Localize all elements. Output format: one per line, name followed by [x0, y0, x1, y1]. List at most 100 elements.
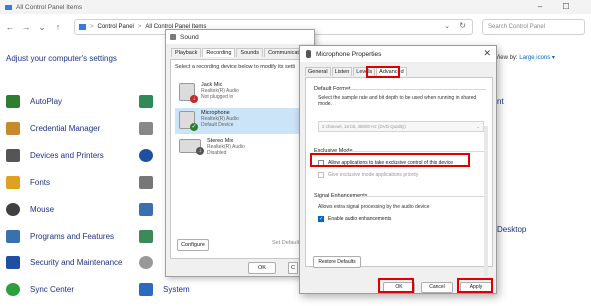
- mic-title: Microphone Properties: [316, 50, 382, 58]
- cp-item-label: Mouse: [30, 204, 55, 214]
- set-default-button[interactable]: Set Default: [272, 240, 299, 246]
- chevron-down-icon: ⌄: [476, 124, 480, 129]
- cp-item-system[interactable]: System: [139, 280, 279, 298]
- stereo-mix-device-icon: ↓: [179, 139, 204, 155]
- tab-levels[interactable]: Levels: [353, 67, 376, 76]
- default-format-description: Select the sample rate and bit depth to …: [318, 95, 477, 107]
- restore-defaults-button[interactable]: Restore Defaults: [313, 256, 361, 268]
- tab-advanced[interactable]: Advanced: [376, 67, 407, 76]
- tab-sounds[interactable]: Sounds: [236, 48, 264, 57]
- cp-item-label: AutoPlay: [30, 96, 63, 106]
- cp-item-sync-center[interactable]: Sync Center: [6, 280, 146, 298]
- cp-item-label: Sync Center: [30, 284, 75, 294]
- scrollbar[interactable]: [484, 126, 488, 276]
- microphone-icon: [306, 50, 311, 58]
- credential-manager-icon: [6, 121, 20, 135]
- cp-item-credential-manager[interactable]: Credential Manager: [6, 119, 146, 137]
- maximize-button[interactable]: ☐: [552, 1, 580, 13]
- cp-item-label: Security and Maintenance: [30, 257, 123, 267]
- allow-exclusive-checkbox[interactable]: [318, 160, 324, 166]
- unplugged-badge-icon: ↓: [190, 95, 198, 103]
- format-select[interactable]: 2 channel, 16 bit, 48000 Hz (DVD Quality…: [318, 121, 484, 132]
- disabled-badge-icon: ↓: [196, 147, 204, 155]
- view-by-value[interactable]: Large icons ▾: [519, 55, 555, 61]
- microphone-device-icon: ↓: [179, 83, 198, 103]
- sound-title: Sound: [180, 33, 199, 41]
- tab-general[interactable]: General: [305, 67, 331, 76]
- enable-enhancements-checkbox[interactable]: ✓: [318, 216, 324, 222]
- tab-recording[interactable]: Recording: [202, 48, 236, 57]
- sound-tabs: Playback Recording Sounds Communications: [171, 48, 314, 57]
- cp-item-fonts[interactable]: Fonts: [6, 173, 146, 191]
- autoplay-icon: [6, 94, 20, 108]
- device-stereo-mix[interactable]: ↓ Stereo Mix Realtek(R) Audio Disabled: [175, 136, 309, 162]
- device-status: Not plugged in: [201, 94, 234, 100]
- view-by-label: View by:: [495, 55, 518, 61]
- programs-features-icon: [6, 229, 20, 243]
- mic-tabs: General Listen Levels Advanced: [305, 67, 408, 76]
- sound-ok-button[interactable]: OK: [248, 262, 276, 274]
- recent-dropdown-icon[interactable]: ⌄: [36, 21, 48, 33]
- page-title: Adjust your computer's settings: [6, 54, 117, 63]
- default-format-heading: Default Format: [314, 86, 351, 92]
- exclusive-priority-checkbox[interactable]: [318, 172, 324, 178]
- cp-item-icon: [139, 255, 153, 269]
- exclusive-priority-label[interactable]: Give exclusive mode applications priorit…: [328, 172, 418, 178]
- device-status: Disabled: [207, 150, 227, 156]
- cp-item-label: System: [163, 284, 190, 294]
- breadcrumb-separator: >: [137, 24, 142, 30]
- cp-item-programs-features[interactable]: Programs and Features: [6, 227, 146, 245]
- security-flag-icon: [6, 255, 20, 269]
- window-title: All Control Panel Items: [16, 3, 83, 11]
- cp-item-icon: [139, 94, 153, 108]
- control-panel-app-icon: [5, 4, 12, 10]
- sync-center-icon: [6, 282, 20, 296]
- advanced-panel: Default Format Select the sample rate an…: [305, 77, 493, 276]
- close-icon[interactable]: ✕: [483, 48, 491, 59]
- allow-exclusive-label[interactable]: Allow applications to take exclusive con…: [328, 160, 453, 166]
- cp-item-security-maintenance[interactable]: Security and Maintenance: [6, 253, 146, 271]
- recording-panel: Select a recording device below to modif…: [170, 59, 312, 259]
- cp-item-label-peek[interactable]: Desktop: [497, 225, 526, 234]
- minimize-button[interactable]: –: [526, 1, 554, 13]
- devices-printers-icon: [6, 148, 20, 162]
- mic-titlebar: Microphone Properties: [300, 46, 496, 62]
- address-dropdown-icon[interactable]: ⌄: [444, 22, 450, 30]
- tab-listen[interactable]: Listen: [331, 67, 353, 76]
- tab-playback[interactable]: Playback: [171, 48, 202, 57]
- cp-item-icon: [139, 229, 153, 243]
- breadcrumb-control-panel[interactable]: Control Panel: [98, 24, 134, 30]
- microphone-properties-dialog: Microphone Properties ✕ General Listen L…: [299, 45, 497, 294]
- cp-item-label-peek[interactable]: nt: [497, 97, 504, 106]
- cp-item-icon: [139, 175, 153, 189]
- device-status: Default Device: [201, 122, 234, 128]
- up-arrow-icon[interactable]: ↑: [52, 21, 64, 33]
- speaker-icon: [170, 34, 176, 40]
- ok-button[interactable]: OK: [383, 282, 415, 293]
- forward-arrow-icon[interactable]: →: [20, 21, 32, 33]
- cp-item-icon: [139, 202, 153, 216]
- cp-item-devices-printers[interactable]: Devices and Printers: [6, 146, 146, 164]
- device-jack-mic[interactable]: ↓ Jack Mic Realtek(R) Audio Not plugged …: [175, 80, 309, 106]
- recording-instruction: Select a recording device below to modif…: [175, 64, 296, 70]
- breadcrumb-separator: >: [90, 24, 94, 30]
- device-microphone[interactable]: ✓ Microphone Realtek(R) Audio Default De…: [175, 108, 309, 134]
- cp-item-label: Devices and Printers: [30, 150, 104, 160]
- cp-item-mouse[interactable]: Mouse: [6, 200, 146, 218]
- cp-item-autoplay[interactable]: AutoPlay: [6, 92, 146, 110]
- configure-button[interactable]: Configure: [177, 239, 209, 251]
- cancel-button[interactable]: Cancel: [421, 282, 453, 293]
- group-divider: [360, 196, 486, 197]
- enable-enhancements-label[interactable]: Enable audio enhancements: [328, 216, 391, 222]
- cp-item-label: Programs and Features: [30, 231, 115, 241]
- default-check-badge-icon: ✓: [190, 123, 198, 131]
- refresh-icon[interactable]: ↻: [459, 21, 466, 30]
- cp-item-label: Fonts: [30, 177, 51, 187]
- sound-cancel-button[interactable]: C: [288, 262, 298, 274]
- search-input[interactable]: Search Control Panel: [482, 19, 585, 35]
- control-panel-titlebar: All Control Panel Items – ☐: [0, 0, 591, 14]
- fonts-icon: [6, 175, 20, 189]
- view-by-control[interactable]: View by: Large icons ▾: [495, 54, 555, 61]
- apply-button[interactable]: Apply: [460, 282, 492, 293]
- back-arrow-icon[interactable]: ←: [4, 21, 16, 33]
